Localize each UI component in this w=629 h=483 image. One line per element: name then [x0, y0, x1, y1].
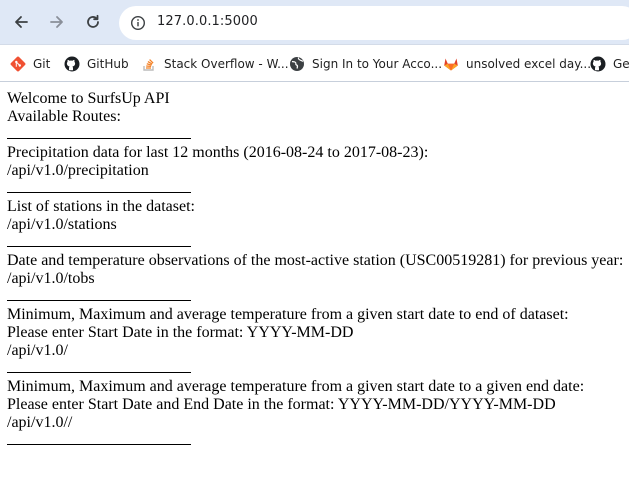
- bookmark-sign-in[interactable]: Sign In to Your Acco...: [289, 53, 442, 75]
- browser-toolbar: 127.0.0.1:5000: [0, 0, 629, 44]
- bookmarks-bar: Git GitHub Stack Overflow - W... Sign In…: [0, 44, 629, 82]
- site-info-icon[interactable]: [126, 11, 150, 35]
- bookmark-github[interactable]: GitHub: [64, 53, 129, 75]
- github-icon: [590, 56, 606, 72]
- bookmark-stackoverflow[interactable]: Stack Overflow - W...: [141, 53, 289, 75]
- stackoverflow-icon: [141, 56, 157, 72]
- reload-icon[interactable]: [80, 9, 106, 35]
- gitlab-icon: [443, 56, 459, 72]
- start-format-hint: Please enter Start Date in the format: Y…: [7, 324, 354, 341]
- bookmark-label: Stack Overflow - W...: [164, 57, 289, 71]
- bookmark-label: Sign In to Your Acco...: [312, 57, 443, 71]
- divider: [7, 192, 191, 193]
- stations-description: List of stations in the dataset:: [7, 198, 195, 215]
- precipitation-route: /api/v1.0/precipitation: [7, 162, 149, 179]
- browser-chrome: 127.0.0.1:5000 Git GitHub Stack Overflow…: [0, 0, 629, 82]
- divider: [7, 372, 191, 373]
- bookmark-label: unsolved excel day...: [466, 57, 592, 71]
- tobs-description: Date and temperature observations of the…: [7, 252, 624, 269]
- precipitation-description: Precipitation data for last 12 months (2…: [7, 144, 429, 161]
- start-end-description: Minimum, Maximum and average temperature…: [7, 378, 585, 395]
- forward-arrow-icon[interactable]: [44, 9, 70, 35]
- routes-heading: Available Routes:: [7, 108, 121, 125]
- start-end-route: /api/v1.0//: [7, 414, 73, 431]
- start-end-format-hint: Please enter Start Date and End Date in …: [7, 396, 556, 413]
- page-content: Welcome to SurfsUp API Available Routes:…: [7, 90, 627, 450]
- bookmark-git[interactable]: Git: [10, 53, 50, 75]
- globe-icon: [289, 56, 305, 72]
- tobs-route: /api/v1.0/tobs: [7, 270, 95, 287]
- stations-route: /api/v1.0/stations: [7, 216, 117, 233]
- github-icon: [64, 56, 80, 72]
- bookmark-label: Ge: [613, 57, 629, 71]
- divider: [7, 300, 191, 301]
- bookmark-gitlab[interactable]: unsolved excel day...: [443, 53, 591, 75]
- url-text[interactable]: 127.0.0.1:5000: [157, 14, 258, 29]
- start-route: /api/v1.0/: [7, 342, 68, 359]
- bookmark-label: GitHub: [87, 57, 129, 71]
- divider: [7, 444, 191, 445]
- git-icon: [10, 56, 26, 72]
- welcome-text: Welcome to SurfsUp API: [7, 90, 170, 107]
- divider: [7, 246, 191, 247]
- start-description: Minimum, Maximum and average temperature…: [7, 306, 569, 323]
- back-arrow-icon[interactable]: [8, 9, 34, 35]
- divider: [7, 138, 191, 139]
- bookmark-label: Git: [33, 57, 51, 71]
- bookmark-github-2[interactable]: Ge: [590, 53, 629, 75]
